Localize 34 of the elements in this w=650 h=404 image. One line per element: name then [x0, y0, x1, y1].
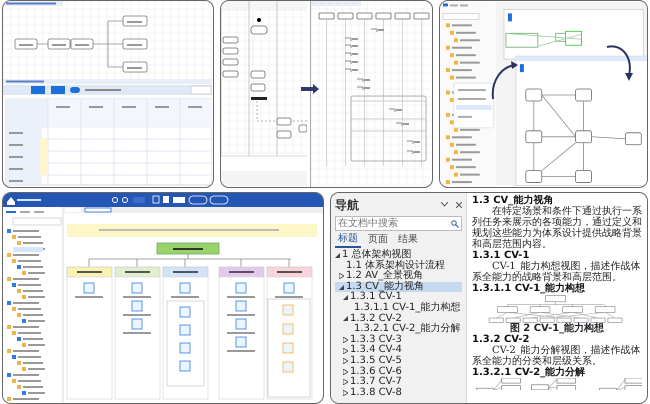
heading-item[interactable]: 1.3.4 CV-4 [335, 345, 462, 356]
body-paragraph: CV-1_能力构想视图，描述作战体系全能力的战略背景和高层范围。 [472, 261, 642, 283]
heading-item[interactable]: 1.3.1 CV-1 [335, 292, 462, 303]
nav-tab[interactable]: 结果 [395, 233, 421, 248]
heading-item[interactable]: 1.3.5 CV-5 [335, 356, 462, 367]
heading-item[interactable]: 1.3.7 CV-7 [335, 377, 462, 388]
figure-caption: 图 2 CV-1_能力构想 [508, 323, 606, 334]
chevron-icon[interactable] [441, 202, 448, 207]
heading-item[interactable]: 1.2 AV_全景视角 [335, 271, 462, 282]
section-heading: 1.3.2 CV-2 [472, 334, 530, 345]
heading-item[interactable]: 1.3.2 CV-2 [335, 314, 462, 324]
nav-tab[interactable]: 标题 [335, 233, 361, 248]
nav-tab[interactable]: 页面 [365, 233, 391, 248]
search-icon [451, 220, 459, 228]
section-heading: 1.3.2.1 CV-2_能力分解 [472, 367, 586, 378]
curved-arrow-drawing [489, 61, 519, 101]
caret-icon[interactable] [343, 316, 348, 322]
heading-item[interactable]: 1.3 CV_能力视角 [335, 282, 462, 292]
body-paragraph: CV-2_能力分解视图，描述作战体系全能力的分类和层级关系。 [472, 345, 642, 367]
body-paragraph: 在特定场景和条件下通过执行一系列任务来展示的各项能力，通过定义和规划这些能力为体系设计提供战略背景和高层范围内容。 [472, 206, 642, 250]
heading-item[interactable]: 1.3.1.1 CV-1_能力构想 [335, 302, 462, 314]
heading-item[interactable]: 1.3.3 CV-3 [335, 334, 462, 346]
caret-icon[interactable] [335, 252, 340, 258]
section-heading: 1.3 CV_能力视角 [472, 195, 554, 206]
search-field[interactable]: 在文档中搜索 [335, 216, 462, 231]
section-heading: 1.3.1 CV-1 [472, 250, 530, 261]
close-icon[interactable] [456, 202, 462, 208]
heading-item[interactable]: 1.3.6 CV-6 [335, 366, 462, 378]
heading-item[interactable]: 1.3.8 CV-8 [335, 388, 462, 398]
section-heading: 1.3.1.1 CV-1_能力构想 [472, 283, 586, 294]
pane-title: 导航 [335, 197, 359, 214]
arrow-icon [301, 84, 319, 94]
heading-item[interactable]: 1.3.2.1 CV-2_能力分解 [335, 324, 462, 335]
heading-item[interactable]: 1 总体架构视图 [335, 250, 462, 261]
